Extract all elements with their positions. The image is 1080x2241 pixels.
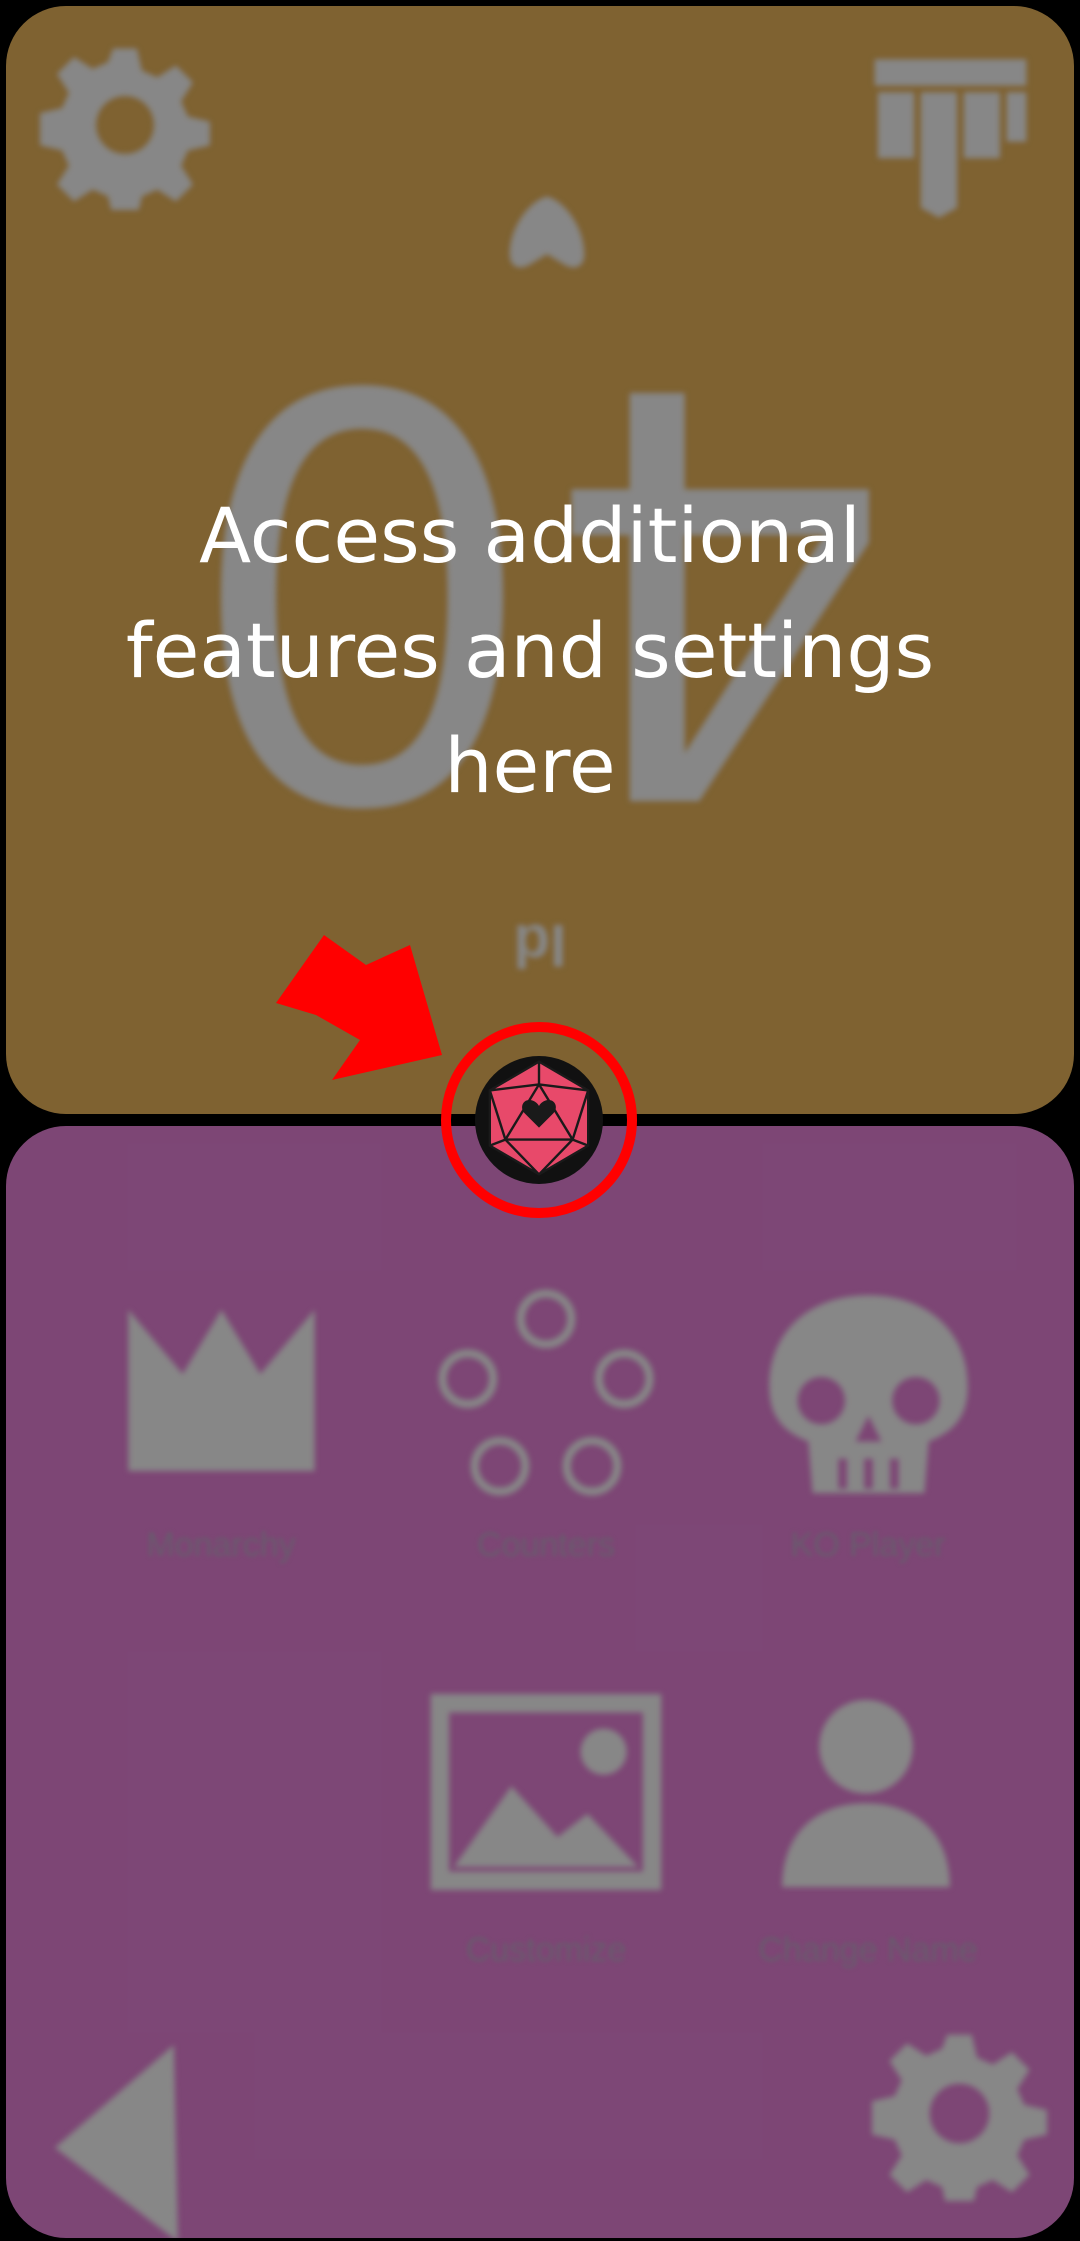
arrow-icon xyxy=(276,935,451,1085)
tutorial-text: Access additional features and settings … xyxy=(125,491,935,810)
menu-button[interactable] xyxy=(475,1056,603,1184)
d20-heart-icon xyxy=(479,1058,599,1183)
